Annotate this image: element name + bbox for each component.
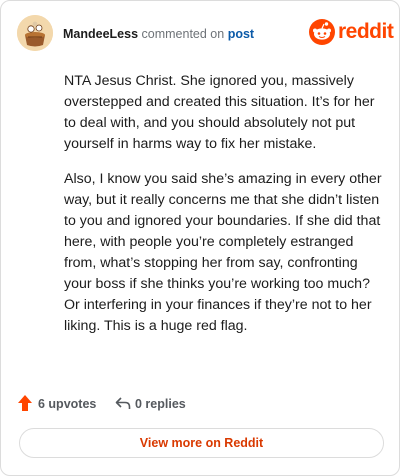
- comment-body: NTA Jesus Christ. She ignored you, massi…: [64, 71, 386, 351]
- post-link[interactable]: post: [228, 27, 254, 41]
- reddit-logo[interactable]: reddit: [309, 19, 394, 45]
- reply-arrow-icon: [115, 397, 131, 409]
- upvote-count: 6 upvotes: [38, 397, 97, 411]
- username-link[interactable]: MandeeLess: [63, 27, 138, 41]
- comment-meta: MandeeLess commented on post: [63, 27, 254, 41]
- reddit-wordmark: reddit: [338, 20, 394, 43]
- comment-header: MandeeLess commented on post reddit: [17, 15, 394, 55]
- comment-paragraph: Also, I know you said she’s amazing in e…: [64, 171, 382, 334]
- upvote-arrow-icon: [18, 395, 32, 411]
- view-more-on-reddit-button[interactable]: View more on Reddit: [19, 428, 384, 458]
- reddit-snoo-icon: [309, 19, 335, 45]
- embedded-comment-card: MandeeLess commented on post reddit NTA …: [0, 0, 400, 476]
- comment-footer: 6 upvotes 0 replies: [17, 393, 383, 415]
- replies-count: 0 replies: [135, 397, 186, 411]
- action-text: commented on: [141, 27, 225, 41]
- avatar[interactable]: [17, 15, 53, 51]
- comment-paragraph: NTA Jesus Christ. She ignored you, massi…: [64, 73, 375, 152]
